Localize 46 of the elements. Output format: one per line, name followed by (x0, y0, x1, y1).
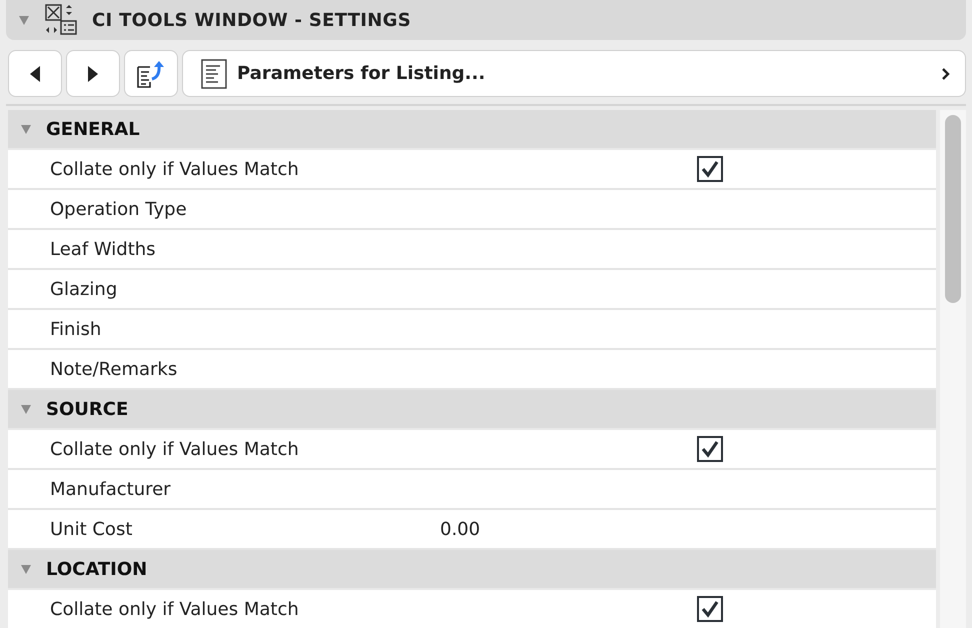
forward-button[interactable] (66, 50, 120, 97)
forward-icon (87, 64, 99, 82)
property-value: 0.00 (440, 518, 480, 540)
checkbox[interactable] (697, 436, 723, 462)
section-header[interactable]: SOURCE (8, 390, 936, 430)
back-icon (29, 64, 41, 82)
section-header[interactable]: GENERAL (8, 110, 936, 150)
property-row[interactable]: Manufacturer (8, 470, 936, 510)
collapse-triangle-icon[interactable] (20, 403, 32, 415)
section-title: SOURCE (46, 398, 128, 420)
property-row[interactable]: Collate only if Values Match (8, 590, 936, 628)
property-row[interactable]: Operation Type (8, 190, 936, 230)
property-label: Leaf Widths (49, 238, 157, 260)
chevron-right-icon (941, 66, 951, 80)
property-label: Collate only if Values Match (49, 158, 300, 180)
section-title: LOCATION (46, 558, 148, 580)
property-label: Collate only if Values Match (49, 438, 300, 460)
back-button[interactable] (8, 50, 62, 97)
checkbox[interactable] (697, 156, 723, 182)
collapse-triangle-icon[interactable] (20, 123, 32, 135)
property-label: Collate only if Values Match (49, 598, 300, 620)
settings-path-button[interactable]: Parameters for Listing... (182, 50, 966, 97)
property-row[interactable]: Leaf Widths (8, 230, 936, 270)
checkbox[interactable] (697, 596, 723, 622)
scrollbar[interactable] (940, 110, 966, 628)
property-label: Manufacturer (49, 478, 172, 500)
property-row[interactable]: Unit Cost 0.00 (8, 510, 936, 550)
property-row[interactable]: Glazing (8, 270, 936, 310)
property-label: Glazing (49, 278, 118, 300)
property-label: Unit Cost (49, 518, 134, 540)
property-label: Finish (49, 318, 102, 340)
property-row[interactable]: Collate only if Values Match (8, 430, 936, 470)
collapse-triangle-icon[interactable] (20, 563, 32, 575)
settings-window-icon (44, 3, 78, 37)
export-list-button[interactable] (124, 50, 178, 97)
property-row[interactable]: Note/Remarks (8, 350, 936, 390)
property-label: Note/Remarks (49, 358, 178, 380)
scroll-thumb[interactable] (945, 115, 961, 303)
window-title: CI TOOLS WINDOW - SETTINGS (92, 10, 412, 30)
document-icon (201, 58, 227, 88)
property-row[interactable]: Finish (8, 310, 936, 350)
property-label: Operation Type (49, 198, 188, 220)
section-title: GENERAL (46, 118, 140, 140)
property-row[interactable]: Collate only if Values Match (8, 150, 936, 190)
document-arrow-icon (136, 58, 166, 88)
section-header[interactable]: LOCATION (8, 550, 936, 590)
